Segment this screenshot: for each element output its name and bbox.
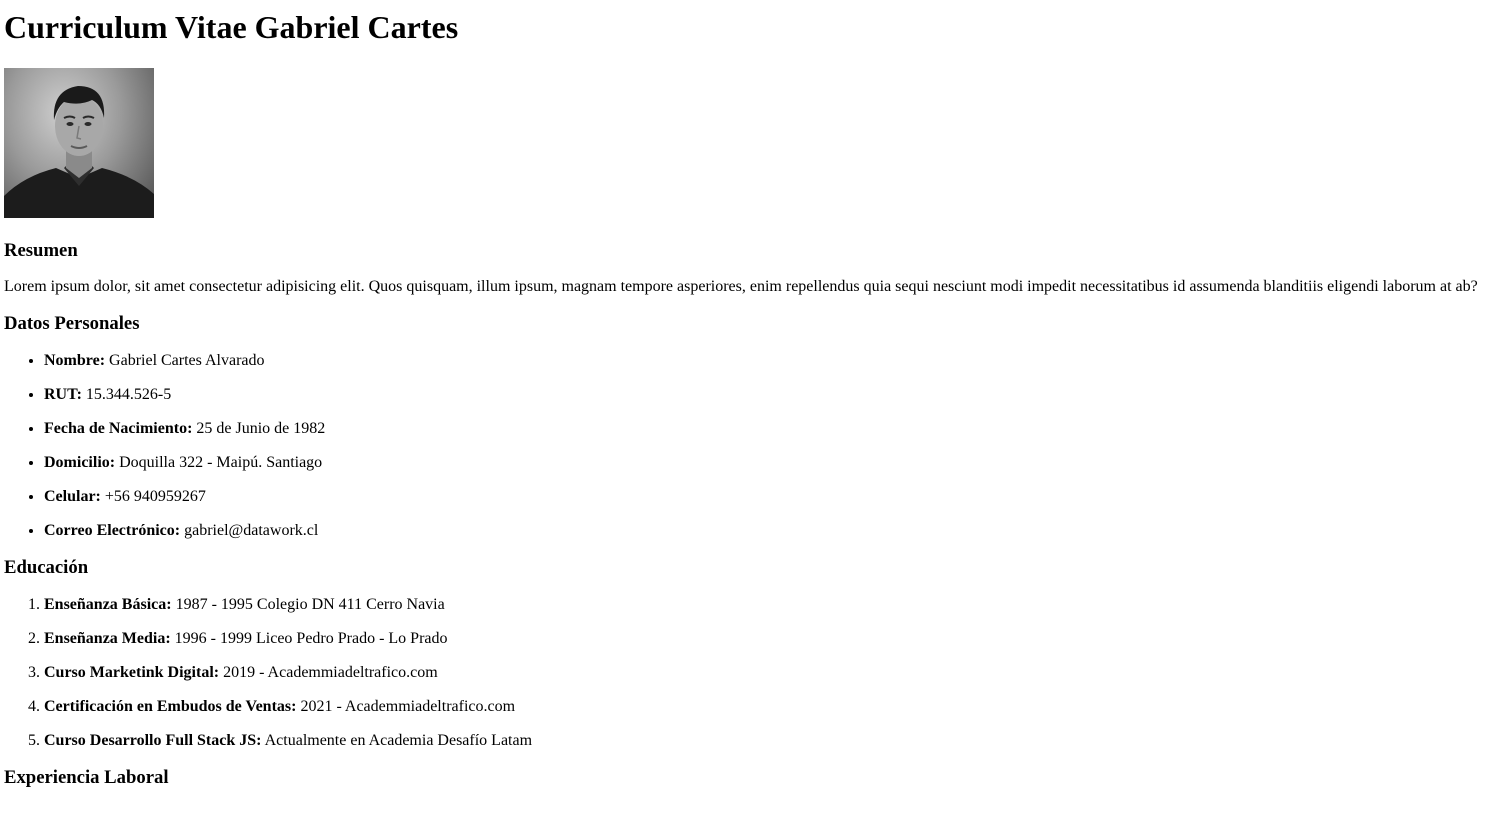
list-item: Nombre: Gabriel Cartes Alvarado — [44, 352, 1500, 370]
profile-photo — [4, 68, 154, 218]
field-label: Fecha de Nacimiento: — [44, 420, 193, 437]
list-item: Curso Desarrollo Full Stack JS: Actualme… — [44, 732, 1500, 750]
field-label: Curso Marketink Digital: — [44, 664, 220, 681]
list-item: Domicilio: Doquilla 322 - Maipú. Santiag… — [44, 454, 1500, 472]
list-item: Celular: +56 940959267 — [44, 488, 1500, 506]
field-value: 1996 - 1999 Liceo Pedro Prado - Lo Prado — [174, 630, 448, 647]
field-value: Gabriel Cartes Alvarado — [109, 352, 265, 369]
field-label: Enseñanza Media: — [44, 630, 171, 647]
list-item: Enseñanza Media: 1996 - 1999 Liceo Pedro… — [44, 630, 1500, 648]
field-value: +56 940959267 — [104, 488, 206, 505]
field-label: Curso Desarrollo Full Stack JS: — [44, 732, 262, 749]
section-heading-experiencia-laboral: Experiencia Laboral — [4, 767, 169, 788]
field-label: Correo Electrónico: — [44, 522, 181, 539]
field-value: 15.344.526-5 — [85, 386, 172, 403]
field-value: 2021 - Academmiadeltrafico.com — [300, 698, 516, 715]
field-value: gabriel@datawork.cl — [184, 522, 319, 539]
field-value: Actualmente en Academia Desafío Latam — [264, 732, 533, 749]
field-label: RUT: — [44, 386, 82, 403]
field-label: Domicilio: — [44, 454, 116, 471]
list-item: Fecha de Nacimiento: 25 de Junio de 1982 — [44, 420, 1500, 438]
field-label: Certificación en Embudos de Ventas: — [44, 698, 297, 715]
resumen-text: Lorem ipsum dolor, sit amet consectetur … — [4, 278, 1478, 295]
field-label: Enseñanza Básica: — [44, 596, 172, 613]
field-label: Nombre: — [44, 352, 106, 369]
field-value: 25 de Junio de 1982 — [196, 420, 326, 437]
datos-personales-list: Nombre: Gabriel Cartes Alvarado RUT: 15.… — [4, 352, 1500, 540]
list-item: RUT: 15.344.526-5 — [44, 386, 1500, 404]
field-value: 2019 - Academmiadeltrafico.com — [223, 664, 438, 681]
section-heading-resumen: Resumen — [4, 240, 78, 261]
section-heading-educacion: Educación — [4, 557, 89, 578]
field-value: 1987 - 1995 Colegio DN 411 Cerro Navia — [175, 596, 445, 613]
page-title: Curriculum Vitae Gabriel Cartes — [4, 9, 459, 45]
field-label: Celular: — [44, 488, 101, 505]
section-heading-datos-personales: Datos Personales — [4, 313, 140, 334]
list-item: Certificación en Embudos de Ventas: 2021… — [44, 698, 1500, 716]
list-item: Enseñanza Básica: 1987 - 1995 Colegio DN… — [44, 596, 1500, 614]
cv-page: Curriculum Vitae Gabriel Cartes Resumen … — [0, 9, 1504, 789]
educacion-list: Enseñanza Básica: 1987 - 1995 Colegio DN… — [4, 596, 1500, 750]
profile-photo-portrait — [4, 86, 154, 218]
list-item: Curso Marketink Digital: 2019 - Academmi… — [44, 664, 1500, 682]
field-value: Doquilla 322 - Maipú. Santiago — [119, 454, 323, 471]
list-item: Correo Electrónico: gabriel@datawork.cl — [44, 522, 1500, 540]
